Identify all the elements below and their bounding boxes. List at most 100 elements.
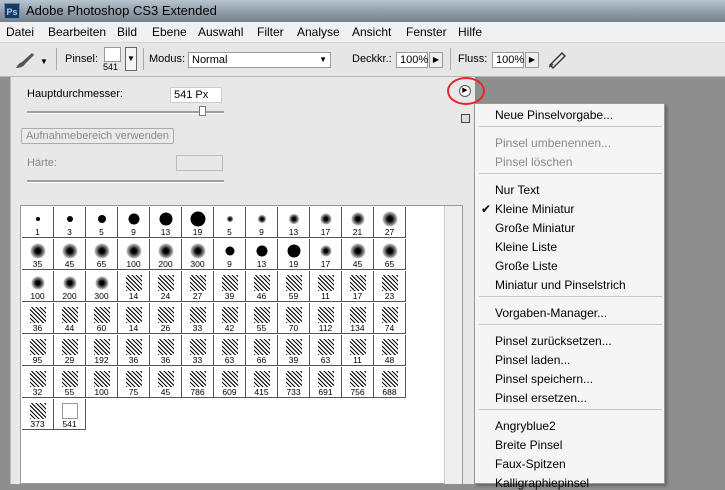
brush-tip-cell[interactable]: 1: [22, 207, 54, 238]
menu-item-brush-set-calligraphic[interactable]: Kalligraphiepinsel: [495, 476, 589, 490]
brush-tip-cell[interactable]: 24: [150, 271, 182, 302]
menu-item-preset-manager[interactable]: Vorgaben-Manager...: [495, 306, 607, 320]
menu-item-large-thumbnail[interactable]: Große Miniatur: [495, 221, 575, 235]
brush-tip-cell[interactable]: 48: [374, 335, 406, 366]
brush-tip-cell[interactable]: 786: [182, 367, 214, 398]
menu-hilfe[interactable]: Hilfe: [458, 25, 482, 39]
use-sample-size-button[interactable]: Aufnahmebereich verwenden: [21, 128, 174, 144]
brush-tip-cell[interactable]: 95: [22, 335, 54, 366]
panel-menu-arrow-icon[interactable]: ▶: [459, 85, 471, 97]
brush-tip-cell[interactable]: 13: [150, 207, 182, 238]
brush-tip-cell[interactable]: 756: [342, 367, 374, 398]
brush-tip-cell[interactable]: 13: [278, 207, 310, 238]
brush-tip-cell[interactable]: 23: [374, 271, 406, 302]
menu-ansicht[interactable]: Ansicht: [352, 25, 391, 39]
brush-tip-cell[interactable]: 46: [246, 271, 278, 302]
brush-tip-cell[interactable]: 733: [278, 367, 310, 398]
brush-tip-cell[interactable]: 59: [278, 271, 310, 302]
brush-tip-cell[interactable]: 17: [310, 239, 342, 270]
brush-tip-cell[interactable]: 74: [374, 303, 406, 334]
brush-tip-cell[interactable]: 29: [54, 335, 86, 366]
menu-item-brush-set-angryblue2[interactable]: Angryblue2: [495, 419, 556, 433]
brush-tip-cell[interactable]: 66: [246, 335, 278, 366]
brush-icon[interactable]: [12, 50, 38, 70]
menu-item-large-list[interactable]: Große Liste: [495, 259, 558, 273]
brush-tip-cell[interactable]: 3: [54, 207, 86, 238]
menu-datei[interactable]: Datei: [6, 25, 34, 39]
opacity-input[interactable]: 100%: [396, 52, 428, 68]
brush-tip-cell[interactable]: 36: [118, 335, 150, 366]
brush-tip-cell[interactable]: 5: [214, 207, 246, 238]
opacity-slider-toggle[interactable]: ▶: [429, 52, 443, 68]
menu-item-text-only[interactable]: Nur Text: [495, 183, 539, 197]
brush-tip-cell[interactable]: 9: [214, 239, 246, 270]
menu-item-replace-brushes[interactable]: Pinsel ersetzen...: [495, 391, 587, 405]
brush-tip-cell[interactable]: 200: [150, 239, 182, 270]
brush-tip-cell[interactable]: 55: [54, 367, 86, 398]
brush-tip-cell[interactable]: 27: [374, 207, 406, 238]
brush-tip-cell[interactable]: 11: [342, 335, 374, 366]
menu-ebene[interactable]: Ebene: [152, 25, 187, 39]
brush-tip-cell[interactable]: 45: [54, 239, 86, 270]
hardness-slider-track[interactable]: [27, 180, 224, 183]
brush-tip-cell[interactable]: 300: [182, 239, 214, 270]
brush-tip-cell[interactable]: 100: [86, 367, 118, 398]
menu-item-small-list[interactable]: Kleine Liste: [495, 240, 557, 254]
brush-tip-cell[interactable]: 60: [86, 303, 118, 334]
menu-item-small-thumbnail[interactable]: Kleine Miniatur: [495, 202, 574, 216]
brush-tip-cell[interactable]: 5: [86, 207, 118, 238]
brush-tip-cell[interactable]: 33: [182, 335, 214, 366]
hardness-input[interactable]: [176, 155, 223, 171]
brush-tip-cell[interactable]: 541: [54, 399, 86, 430]
menu-item-new-brush-preset[interactable]: Neue Pinselvorgabe...: [495, 108, 613, 122]
brush-tip-cell[interactable]: 688: [374, 367, 406, 398]
brush-tip-cell[interactable]: 17: [310, 207, 342, 238]
tool-preset-dropdown-icon[interactable]: ▼: [40, 57, 48, 66]
menu-bild[interactable]: Bild: [117, 25, 137, 39]
brush-tip-cell[interactable]: 100: [118, 239, 150, 270]
brush-tip-cell[interactable]: 55: [246, 303, 278, 334]
brush-preview-thumb[interactable]: [104, 47, 121, 62]
brush-tip-cell[interactable]: 63: [310, 335, 342, 366]
flow-input[interactable]: 100%: [492, 52, 524, 68]
brush-tip-cell[interactable]: 39: [278, 335, 310, 366]
menu-item-reset-brushes[interactable]: Pinsel zurücksetzen...: [495, 334, 612, 348]
menu-auswahl[interactable]: Auswahl: [198, 25, 243, 39]
brush-tip-cell[interactable]: 19: [182, 207, 214, 238]
brush-tip-cell[interactable]: 70: [278, 303, 310, 334]
menu-item-load-brushes[interactable]: Pinsel laden...: [495, 353, 570, 367]
menu-item-brush-set-wide[interactable]: Breite Pinsel: [495, 438, 562, 452]
brush-tip-cell[interactable]: 19: [278, 239, 310, 270]
brush-tip-cell[interactable]: 26: [150, 303, 182, 334]
brush-tip-cell[interactable]: 691: [310, 367, 342, 398]
airbrush-icon[interactable]: [547, 49, 569, 69]
brush-tip-cell[interactable]: 9: [246, 207, 278, 238]
menu-item-delete-brush[interactable]: Pinsel löschen: [495, 155, 572, 169]
brush-tip-cell[interactable]: 45: [150, 367, 182, 398]
diameter-slider-track[interactable]: [27, 111, 224, 114]
menu-fenster[interactable]: Fenster: [406, 25, 447, 39]
mode-select[interactable]: Normal ▼: [188, 52, 331, 68]
brush-tip-cell[interactable]: 14: [118, 303, 150, 334]
brush-tip-cell[interactable]: 36: [22, 303, 54, 334]
brush-tip-cell[interactable]: 65: [374, 239, 406, 270]
brush-tip-cell[interactable]: 9: [118, 207, 150, 238]
brush-tip-cell[interactable]: 39: [214, 271, 246, 302]
menu-item-stroke-thumbnail[interactable]: Miniatur und Pinselstrich: [495, 278, 626, 292]
brush-tip-cell[interactable]: 14: [118, 271, 150, 302]
brush-tip-cell[interactable]: 11: [310, 271, 342, 302]
brush-picker-button[interactable]: ▼: [125, 47, 137, 71]
vertical-scrollbar[interactable]: [444, 206, 462, 484]
brush-tip-cell[interactable]: 45: [342, 239, 374, 270]
menu-filter[interactable]: Filter: [257, 25, 284, 39]
menu-item-rename-brush[interactable]: Pinsel umbenennen...: [495, 136, 611, 150]
brush-tip-cell[interactable]: 33: [182, 303, 214, 334]
brush-tip-cell[interactable]: 35: [22, 239, 54, 270]
brush-tip-cell[interactable]: 63: [214, 335, 246, 366]
brush-tip-cell[interactable]: 200: [54, 271, 86, 302]
menu-analyse[interactable]: Analyse: [297, 25, 340, 39]
menu-item-brush-set-faux-finish[interactable]: Faux-Spitzen: [495, 457, 566, 471]
brush-tip-cell[interactable]: 415: [246, 367, 278, 398]
flow-slider-toggle[interactable]: ▶: [525, 52, 539, 68]
menu-bearbeiten[interactable]: Bearbeiten: [48, 25, 106, 39]
